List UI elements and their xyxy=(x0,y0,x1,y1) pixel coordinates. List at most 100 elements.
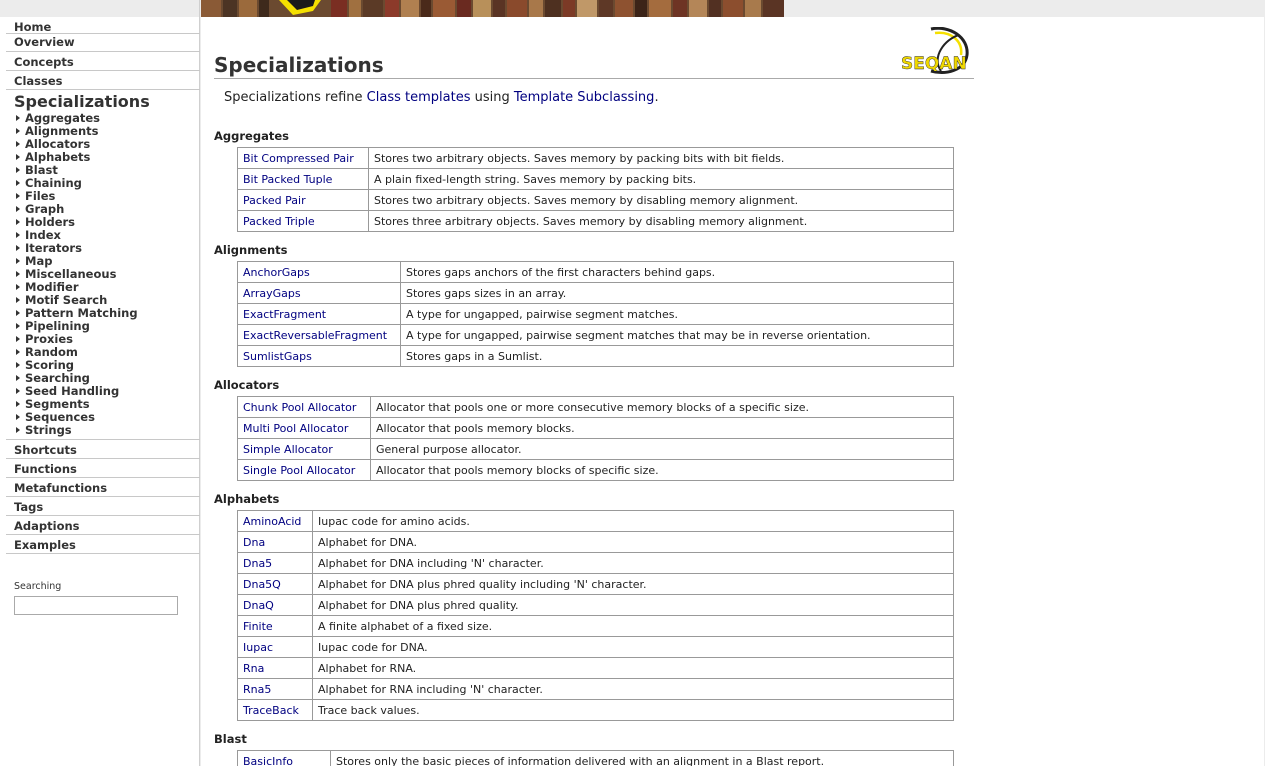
name-cell: SumlistGaps xyxy=(237,345,401,367)
section-title: Allocators xyxy=(214,378,280,392)
nav-spec-item-alignments[interactable]: Alignments xyxy=(16,124,200,138)
expand-triangle-icon xyxy=(16,348,20,355)
description-cell: Stores only the basic pieces of informat… xyxy=(330,750,954,766)
specialization-link[interactable]: Iupac xyxy=(243,641,273,654)
table-row: Packed Triple Stores three arbitrary obje… xyxy=(237,210,954,232)
name-cell: AminoAcid xyxy=(237,510,313,532)
name-cell: TraceBack xyxy=(237,699,313,721)
specialization-link[interactable]: SumlistGaps xyxy=(243,350,312,363)
specialization-link[interactable]: Bit Compressed Pair xyxy=(243,152,354,165)
nav-spec-item-scoring[interactable]: Scoring xyxy=(16,358,200,372)
specialization-link[interactable]: TraceBack xyxy=(243,704,299,717)
nav-spec-item-miscellaneous[interactable]: Miscellaneous xyxy=(16,267,200,281)
nav-spec-item-graph[interactable]: Graph xyxy=(16,202,200,216)
table-row: Iupac Iupac code for DNA. xyxy=(237,636,954,658)
table-row: ExactFragment A type for ungapped, pairwi… xyxy=(237,303,954,325)
specialization-link[interactable]: ExactFragment xyxy=(243,308,326,321)
specialization-link[interactable]: Packed Pair xyxy=(243,194,306,207)
expand-triangle-icon xyxy=(16,218,20,225)
class-templates-link[interactable]: Class templates xyxy=(367,90,471,105)
nav-spec-item-label: Alphabets xyxy=(25,149,91,164)
section-title: Alignments xyxy=(214,243,288,257)
expand-triangle-icon xyxy=(16,140,20,147)
nav-spec-item-aggregates[interactable]: Aggregates xyxy=(16,111,200,125)
nav-spec-item-modifier[interactable]: Modifier xyxy=(16,279,200,294)
specialization-link[interactable]: Multi Pool Allocator xyxy=(243,422,348,435)
nav-home[interactable]: Home xyxy=(6,17,200,34)
nav-spec-item-chaining[interactable]: Chaining xyxy=(16,176,200,190)
specialization-link[interactable]: ArrayGaps xyxy=(243,287,301,300)
specialization-link[interactable]: Simple Allocator xyxy=(243,443,333,456)
nav-classes[interactable]: Classes xyxy=(6,71,200,90)
section-title: Aggregates xyxy=(214,129,289,143)
specialization-link[interactable]: AnchorGaps xyxy=(243,266,310,279)
name-cell: Chunk Pool Allocator xyxy=(237,396,371,418)
nav-overview[interactable]: Overview xyxy=(6,34,200,52)
nav-adaptions[interactable]: Adaptions xyxy=(6,516,200,535)
nav-spec-item-iterators[interactable]: Iterators xyxy=(16,240,200,255)
specialization-link[interactable]: Bit Packed Tuple xyxy=(243,173,332,186)
nav-spec-item-motif-search[interactable]: Motif Search xyxy=(16,293,200,307)
nav-spec-item-proxies[interactable]: Proxies xyxy=(16,332,200,346)
specialization-link[interactable]: Finite xyxy=(243,620,273,633)
specialization-link[interactable]: Dna xyxy=(243,536,265,549)
nav-spec-item-blast[interactable]: Blast xyxy=(16,163,200,177)
nav-spec-item-strings[interactable]: Strings xyxy=(16,423,200,437)
specialization-link[interactable]: Dna5Q xyxy=(243,578,281,591)
specialization-link[interactable]: Rna xyxy=(243,662,264,675)
name-cell: DnaQ xyxy=(237,594,313,616)
specialization-link[interactable]: AminoAcid xyxy=(243,515,301,528)
description-cell: Allocator that pools memory blocks. xyxy=(370,417,954,439)
nav-spec-item-seed-handling[interactable]: Seed Handling xyxy=(16,384,200,398)
description-cell: Allocator that pools one or more consecu… xyxy=(370,396,954,418)
nav-specializations-heading[interactable]: Specializations xyxy=(14,92,200,111)
name-cell: AnchorGaps xyxy=(237,261,401,283)
table-row: Rna Alphabet for RNA. xyxy=(237,657,954,679)
main-content: SEQAN Specializations Specializations re… xyxy=(201,17,1264,766)
nav-spec-item-random[interactable]: Random xyxy=(16,345,200,359)
nav-spec-item-index[interactable]: Index xyxy=(16,228,200,242)
nav-examples[interactable]: Examples xyxy=(6,535,200,554)
nav-metafunctions[interactable]: Metafunctions xyxy=(6,478,200,497)
nav-spec-item-holders[interactable]: Holders xyxy=(16,214,200,229)
nav-tags[interactable]: Tags xyxy=(6,497,200,516)
specialization-link[interactable]: ExactReversableFragment xyxy=(243,329,387,342)
description-cell: Alphabet for RNA including 'N' character… xyxy=(312,678,954,700)
search-input[interactable] xyxy=(14,596,178,615)
template-subclassing-link[interactable]: Template Subclassing xyxy=(514,90,655,105)
expand-triangle-icon xyxy=(16,179,20,186)
specialization-link[interactable]: DnaQ xyxy=(243,599,274,612)
name-cell: Single Pool Allocator xyxy=(237,459,371,481)
nav-spec-item-label: Pipelining xyxy=(25,318,90,333)
name-cell: ExactFragment xyxy=(237,303,401,325)
header-banner-image xyxy=(201,0,784,17)
expand-triangle-icon xyxy=(16,257,20,264)
specialization-link[interactable]: BasicInfo xyxy=(243,755,293,766)
table-row: Dna Alphabet for DNA. xyxy=(237,531,954,553)
specialization-link[interactable]: Single Pool Allocator xyxy=(243,464,355,477)
nav-spec-item-map[interactable]: Map xyxy=(16,254,200,268)
specialization-link[interactable]: Chunk Pool Allocator xyxy=(243,401,356,414)
nav-spec-item-label: Iterators xyxy=(25,240,82,255)
nav-spec-item-sequences[interactable]: Sequences xyxy=(16,410,200,424)
specialization-link[interactable]: Packed Triple xyxy=(243,215,315,228)
nav-functions[interactable]: Functions xyxy=(6,459,200,478)
nav-spec-item-pattern-matching[interactable]: Pattern Matching xyxy=(16,306,200,320)
specialization-link[interactable]: Dna5 xyxy=(243,557,272,570)
expand-triangle-icon xyxy=(16,114,20,121)
specialization-link[interactable]: Rna5 xyxy=(243,683,271,696)
nav-spec-item-searching[interactable]: Searching xyxy=(16,370,200,385)
nav-spec-item-files[interactable]: Files xyxy=(16,189,200,203)
description-cell: Stores two arbitrary objects. Saves memo… xyxy=(368,189,954,211)
table-row: Simple Allocator General purpose allocato… xyxy=(237,438,954,460)
nav-spec-item-label: Holders xyxy=(25,214,76,229)
nav-spec-item-allocators[interactable]: Allocators xyxy=(16,137,200,151)
nav-spec-item-label: Searching xyxy=(25,370,90,385)
nav-spec-item-label: Modifier xyxy=(25,279,79,294)
table-row: Finite A finite alphabet of a fixed size. xyxy=(237,615,954,637)
nav-shortcuts[interactable]: Shortcuts xyxy=(6,440,200,459)
nav-spec-item-pipelining[interactable]: Pipelining xyxy=(16,318,200,333)
nav-spec-item-segments[interactable]: Segments xyxy=(16,397,200,411)
nav-concepts[interactable]: Concepts xyxy=(6,52,200,71)
nav-spec-item-alphabets[interactable]: Alphabets xyxy=(16,149,200,164)
